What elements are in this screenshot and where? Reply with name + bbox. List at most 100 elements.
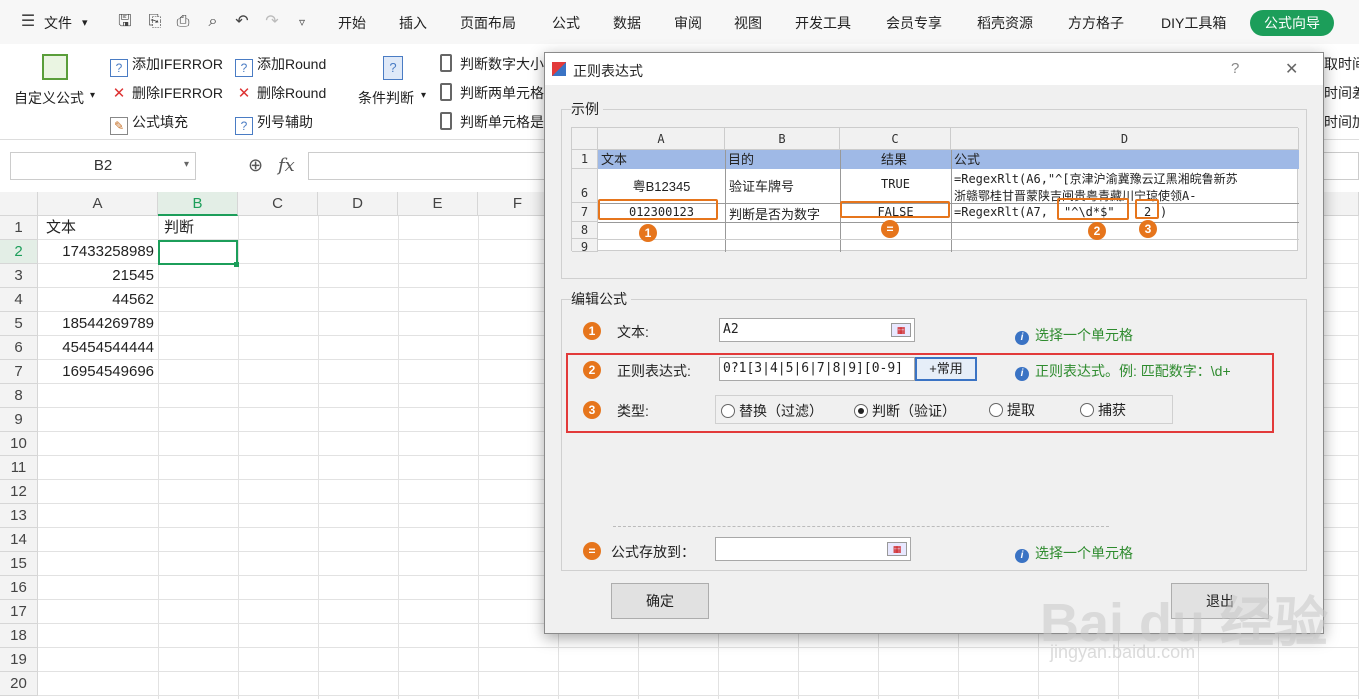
tab-docer[interactable]: 稻壳资源 xyxy=(977,13,1033,33)
row-header[interactable]: 1 xyxy=(0,216,38,240)
common-patterns-button[interactable]: +常用 xyxy=(915,357,977,381)
row-header[interactable]: 13 xyxy=(0,504,38,528)
row-header[interactable]: 11 xyxy=(0,456,38,480)
tab-formula-wizard[interactable]: 公式向导 xyxy=(1250,10,1334,36)
custom-formula-button[interactable]: 自定义公式 xyxy=(14,88,84,108)
name-box[interactable]: B2 xyxy=(10,152,196,180)
cell-a3[interactable]: 21545 xyxy=(38,264,154,288)
row-header[interactable]: 15 xyxy=(0,552,38,576)
row-header[interactable]: 14 xyxy=(0,528,38,552)
redo-icon[interactable]: ↷ xyxy=(262,12,282,32)
formula-fill-button[interactable]: ✎ 公式填充 xyxy=(110,112,188,135)
row-header[interactable]: 6 xyxy=(0,336,38,360)
tab-formula[interactable]: 公式 xyxy=(552,13,580,33)
example-row-1: 1 xyxy=(572,150,598,169)
cell-a6[interactable]: 45454544444 xyxy=(38,336,154,360)
column-header-d[interactable]: D xyxy=(318,192,398,216)
row-header[interactable]: 9 xyxy=(0,408,38,432)
tab-start[interactable]: 开始 xyxy=(338,13,366,33)
column-header-e[interactable]: E xyxy=(398,192,478,216)
hamburger-icon[interactable]: ☰ xyxy=(18,12,38,32)
export-icon[interactable]: ⎘ xyxy=(145,12,165,32)
row-header[interactable]: 17 xyxy=(0,600,38,624)
column-header-b[interactable]: B xyxy=(158,192,238,216)
add-round-button[interactable]: ? 添加Round xyxy=(235,54,326,77)
cell-a7[interactable]: 16954549696 xyxy=(38,360,154,384)
tab-member[interactable]: 会员专享 xyxy=(886,13,942,33)
del-iferror-button[interactable]: ✕ 删除IFERROR xyxy=(110,83,223,103)
fx-icon[interactable]: fx xyxy=(278,155,295,176)
row-header[interactable]: 4 xyxy=(0,288,38,312)
chevron-down-icon[interactable]: ▾ xyxy=(421,90,426,101)
judge-two-button[interactable]: 判断两单元格 xyxy=(440,83,544,103)
text-input[interactable]: A2 xyxy=(719,318,915,342)
time-add-button[interactable]: 时间加 xyxy=(1324,112,1359,132)
chevron-down-icon[interactable]: ▾ xyxy=(184,159,189,170)
time-diff-button[interactable]: 时间差 xyxy=(1324,83,1359,103)
select-range-icon[interactable]: ▦ xyxy=(891,323,911,337)
row-header[interactable]: 19 xyxy=(0,648,38,672)
select-range-icon[interactable]: ▦ xyxy=(887,542,907,556)
cell-a1[interactable]: 文本 xyxy=(46,216,76,240)
col-helper-button[interactable]: ? 列号辅助 xyxy=(235,112,313,135)
cell-a2[interactable]: 17433258989 xyxy=(38,240,154,264)
row-header[interactable]: 7 xyxy=(0,360,38,384)
row-header[interactable]: 5 xyxy=(0,312,38,336)
zoom-icon[interactable]: ⊕ xyxy=(248,155,263,176)
cond-judge-button[interactable]: 条件判断 xyxy=(358,88,414,108)
more-icon[interactable]: ▿ xyxy=(292,12,312,32)
select-all-corner[interactable] xyxy=(0,192,38,216)
example-header-text: 文本 xyxy=(601,152,628,167)
file-menu[interactable]: 文件 xyxy=(44,13,72,33)
tab-ffcell[interactable]: 方方格子 xyxy=(1068,13,1124,33)
help-button[interactable]: ? xyxy=(1231,60,1239,77)
save-icon[interactable]: 🖫 xyxy=(115,12,135,32)
row-header[interactable]: 3 xyxy=(0,264,38,288)
type-replace-radio[interactable]: 替换（过滤） xyxy=(721,401,823,421)
print-icon[interactable]: ⎙ xyxy=(173,12,193,32)
custom-formula-icon[interactable] xyxy=(42,54,68,80)
chevron-down-icon[interactable]: ▾ xyxy=(82,16,88,29)
tab-view[interactable]: 视图 xyxy=(734,13,762,33)
get-time-button[interactable]: 取时间 xyxy=(1324,54,1359,74)
tab-diy-toolbox[interactable]: DIY工具箱 xyxy=(1161,13,1226,33)
add-iferror-button[interactable]: ? 添加IFERROR xyxy=(110,54,223,77)
cell-a4[interactable]: 44562 xyxy=(38,288,154,312)
badge-1-icon: 1 xyxy=(583,322,601,340)
row-header[interactable]: 2 xyxy=(0,240,38,264)
output-input[interactable] xyxy=(715,537,911,561)
tab-data[interactable]: 数据 xyxy=(613,13,641,33)
del-round-button[interactable]: ✕ 删除Round xyxy=(235,83,327,103)
chevron-down-icon[interactable]: ▾ xyxy=(90,90,95,101)
fill-handle[interactable] xyxy=(234,262,239,267)
judge-cell-button[interactable]: 判断单元格是 xyxy=(440,112,544,132)
tab-page-layout[interactable]: 页面布局 xyxy=(460,13,516,33)
tab-insert[interactable]: 插入 xyxy=(399,13,427,33)
example-divider xyxy=(598,222,1299,223)
type-capture-radio[interactable]: 捕获 xyxy=(1080,400,1126,420)
row-header[interactable]: 18 xyxy=(0,624,38,648)
tab-review[interactable]: 审阅 xyxy=(674,13,702,33)
row-header[interactable]: 10 xyxy=(0,432,38,456)
preview-icon[interactable]: ⌕ xyxy=(203,12,223,32)
cell-b1[interactable]: 判断 xyxy=(164,216,194,240)
row-header[interactable]: 20 xyxy=(0,672,38,696)
regex-input[interactable]: 0?1[3|4|5|6|7|8|9][0-9] xyxy=(719,357,915,381)
undo-icon[interactable]: ↶ xyxy=(232,12,252,32)
text-label: 文本: xyxy=(617,324,649,340)
type-judge-radio[interactable]: 判断（验证） xyxy=(854,401,956,421)
tab-developer[interactable]: 开发工具 xyxy=(795,13,851,33)
type-extract-radio[interactable]: 提取 xyxy=(989,400,1035,420)
cell-a5[interactable]: 18544269789 xyxy=(38,312,154,336)
column-header-c[interactable]: C xyxy=(238,192,318,216)
ok-button[interactable]: 确定 xyxy=(611,583,709,619)
row-header[interactable]: 8 xyxy=(0,384,38,408)
close-button[interactable]: ✕ xyxy=(1285,59,1298,79)
column-header-a[interactable]: A xyxy=(38,192,158,216)
example-col-a: A xyxy=(598,128,725,150)
condition-icon[interactable]: ? xyxy=(383,56,403,80)
judge-num-button[interactable]: 判断数字大小 xyxy=(440,54,544,74)
row-header[interactable]: 12 xyxy=(0,480,38,504)
selected-cell-b2[interactable] xyxy=(158,240,238,265)
row-header[interactable]: 16 xyxy=(0,576,38,600)
